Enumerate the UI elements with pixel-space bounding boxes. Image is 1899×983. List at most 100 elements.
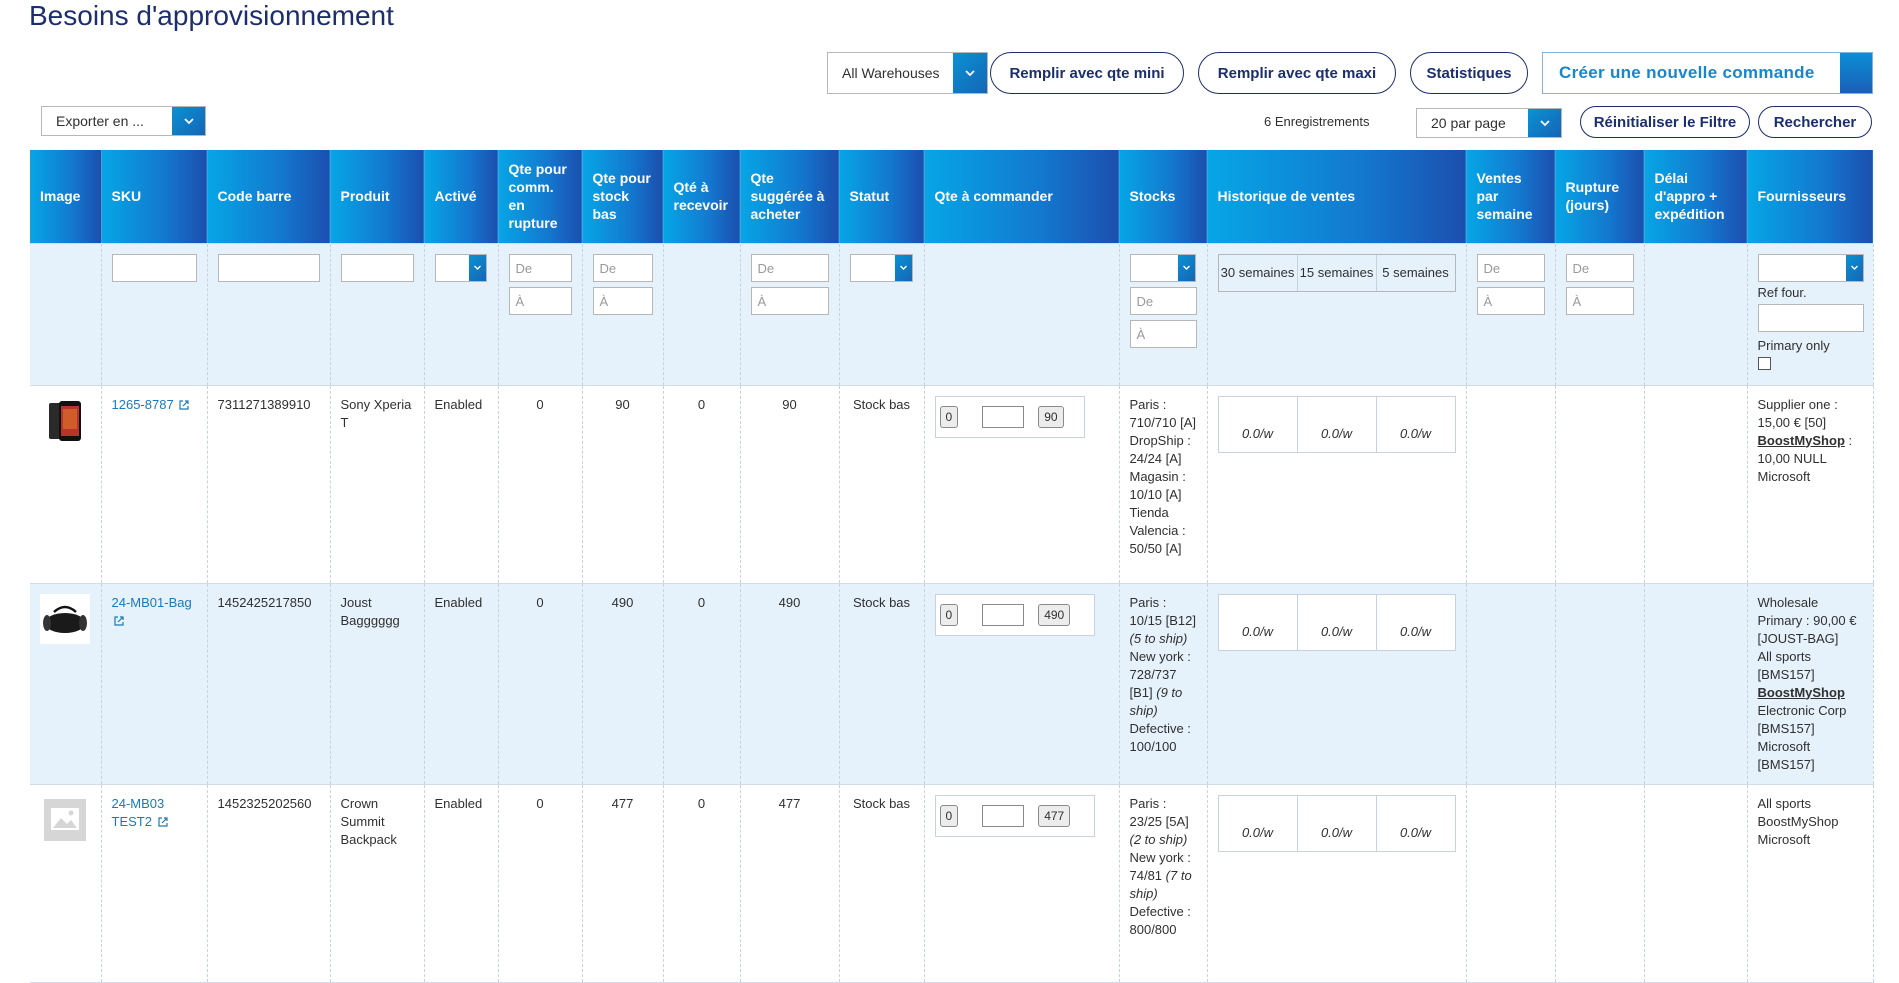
qty-suggested-to-input[interactable]: À [750,286,829,315]
col-barcode[interactable]: Code barre [207,150,331,243]
table-row: 24-MB03 TEST2 1452325202560 Crown Summit… [30,784,1874,982]
col-qty-to-receive[interactable]: Qté à recevoir [663,150,741,243]
qty-order-input[interactable] [982,804,1025,827]
placeholder-thumbnail[interactable] [40,795,90,845]
fill-max-button[interactable]: Remplir avec qte maxi [1198,52,1396,94]
qty-out-to-input[interactable]: À [508,286,572,315]
export-select[interactable]: Exporter en ... [41,106,206,136]
sku-text: 24-MB01-Bag [111,594,192,610]
filter-cell-qty-suggested: De À [740,243,840,385]
supplier-line: All sports [1757,795,1811,811]
suppliers-cell: Wholesale Primary : 90,00 € [JOUST-BAG] … [1747,583,1874,784]
qty-order-input[interactable] [982,405,1025,428]
lead-time-cell [1644,583,1748,784]
reset-filter-button[interactable]: Réinitialiser le Filtre [1580,106,1750,138]
barcode-filter-input[interactable] [217,253,320,282]
sales-week-cell [1466,784,1556,982]
qty-low-from-input[interactable]: De [592,253,653,282]
bag-thumbnail[interactable] [40,593,90,644]
supplier-line: Microsoft [BMS157] [1757,738,1815,772]
col-sales-history[interactable]: Historique de ventes [1207,150,1467,243]
col-qty-low-stock[interactable]: Qte pour stock bas [582,150,664,243]
enabled-filter-select[interactable] [434,253,487,282]
sku-link[interactable]: 24-MB03 TEST2 [112,796,168,829]
warehouse-select[interactable]: All Warehouses [827,52,988,94]
history-value: 0.0/w [1399,824,1432,840]
barcode-cell: 7311271389910 [207,385,331,583]
stocks-filter-select[interactable] [1129,253,1196,282]
per-page-select[interactable]: 20 par page [1416,108,1562,138]
qty-order-input[interactable] [982,603,1025,626]
stock-line: Magasin : 10/10 [A] [1129,468,1186,502]
history-value: 0.0/w [1219,795,1298,851]
chevron-down-icon [1177,254,1195,281]
chevron-down-icon [468,254,486,281]
fill-min-chip[interactable]: 0 [939,603,959,626]
stock-line: Paris : 23/25 [5A] (2 to ship) [1130,795,1197,849]
col-lead-time[interactable]: Délai d'appro + expédition [1644,150,1748,243]
history-cell: 0.0/w 0.0/w 0.0/w [1207,385,1467,583]
col-sales-per-week[interactable]: Ventes par semaine [1466,150,1556,243]
stocks-cell: Paris : 10/15 [B12] (5 to ship) New york… [1119,583,1208,784]
supplier-line: Electronic Corp [BMS157] [1757,702,1847,736]
qty-receive-cell: 0 [663,385,741,583]
fill-suggested-chip[interactable]: 90 [1038,405,1064,428]
stocks-to-input[interactable]: À [1129,319,1197,348]
history-period-15: 15 semaines [1298,254,1377,291]
sales-week-from-input[interactable]: De [1476,253,1545,282]
product-filter-input[interactable] [340,253,414,282]
chevron-down-icon [894,254,912,281]
fill-min-button[interactable]: Remplir avec qte mini [990,52,1184,94]
supplier-name[interactable]: BoostMyShop [1758,685,1845,700]
fill-suggested-chip[interactable]: 490 [1038,603,1071,626]
col-status[interactable]: Statut [839,150,925,243]
col-qty-out-of-stock[interactable]: Qte pour comm. en rupture [498,150,583,243]
history-period-30: 30 semaines [1219,254,1298,291]
qty-suggested-from-input[interactable]: De [750,253,829,282]
primary-only-checkbox[interactable] [1757,356,1771,370]
col-product[interactable]: Produit [330,150,425,243]
col-out-of-stock-days[interactable]: Rupture (jours) [1555,150,1645,243]
stocks-from-input[interactable]: De [1129,286,1197,315]
supplier-filter-select[interactable] [1757,253,1864,282]
phone-thumbnail[interactable] [40,396,90,446]
sku-link[interactable]: 1265-8787 [112,397,190,412]
qty-suggested-cell: 477 [740,784,840,982]
statistics-button[interactable]: Statistiques [1410,52,1528,94]
col-suppliers[interactable]: Fournisseurs [1747,150,1874,243]
col-stocks[interactable]: Stocks [1119,150,1208,243]
enabled-cell: Enabled [424,583,499,784]
ref-four-input[interactable] [1757,303,1864,332]
sales-week-cell [1466,385,1556,583]
qty-out-from-input[interactable]: De [508,253,572,282]
sales-week-cell [1466,583,1556,784]
col-sku[interactable]: SKU [101,150,208,243]
oos-days-from-input[interactable]: De [1565,253,1634,282]
oos-days-to-input[interactable]: À [1565,286,1634,315]
status-filter-select[interactable] [849,253,913,282]
qty-order-control: 0 490 [934,593,1095,636]
col-qty-to-order[interactable]: Qte à commander [924,150,1120,243]
sku-filter-input[interactable] [111,253,197,282]
sku-link[interactable]: 24-MB01-Bag [112,595,192,628]
history-values: 0.0/w 0.0/w 0.0/w [1217,593,1456,651]
create-order-label: Créer une nouvelle commande [1559,63,1815,82]
create-order-button[interactable]: Créer une nouvelle commande [1542,52,1873,94]
col-enabled[interactable]: Activé [424,150,499,243]
supplier-name[interactable]: BoostMyShop [1758,433,1845,448]
history-value: 0.0/w [1219,396,1298,452]
fill-suggested-chip[interactable]: 477 [1038,804,1071,827]
sales-week-to-input[interactable]: À [1476,286,1545,315]
search-button[interactable]: Rechercher [1758,106,1872,138]
image-placeholder-icon [44,798,86,841]
per-page-value: 20 par page [1431,115,1506,131]
fill-min-chip[interactable]: 0 [939,405,959,428]
table-row: 1265-8787 7311271389910 Sony Xperia T En… [30,385,1874,583]
qty-suggested-cell: 490 [740,583,840,784]
product-name-cell: Joust Bagggggg [330,583,425,784]
col-qty-suggested[interactable]: Qte suggérée à acheter [740,150,840,243]
lead-time-cell [1644,385,1748,583]
col-image[interactable]: Image [30,150,102,243]
qty-low-to-input[interactable]: À [592,286,653,315]
fill-min-chip[interactable]: 0 [939,804,959,827]
